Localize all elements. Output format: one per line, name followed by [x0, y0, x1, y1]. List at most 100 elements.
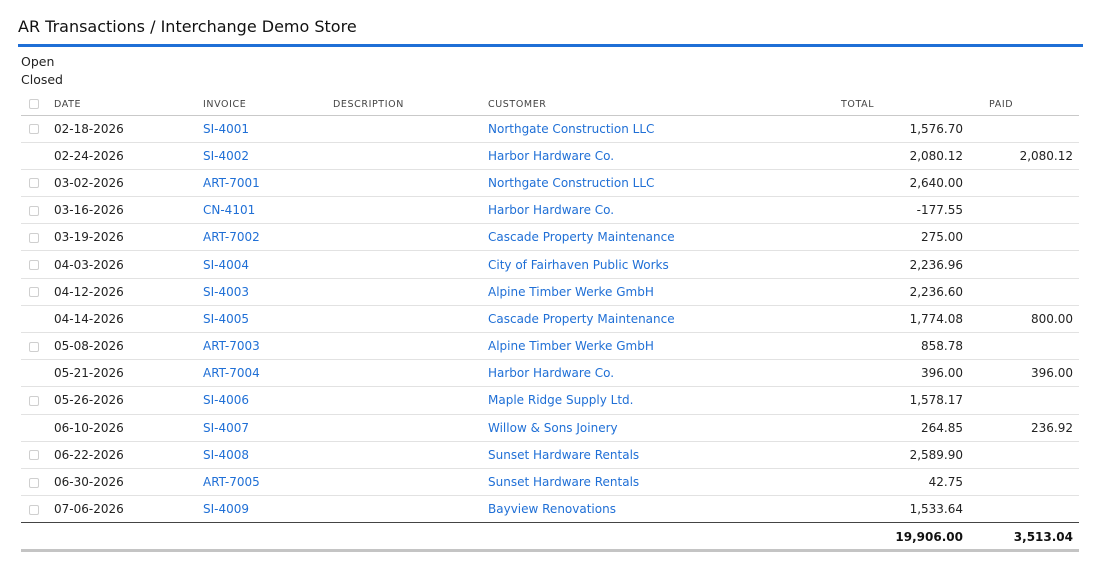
row-description: [333, 495, 488, 524]
column-header-description[interactable]: DESCRIPTION: [333, 94, 488, 116]
column-header-paid[interactable]: PAID: [969, 94, 1079, 116]
table-row[interactable]: 04-03-2026 SI-4004 City of Fairhaven Publi…: [21, 250, 1079, 279]
customer-link[interactable]: Northgate Construction LLC: [488, 122, 654, 136]
table-row[interactable]: 02-18-2026 SI-4001 Northgate Construction …: [21, 115, 1079, 143]
row-checkbox[interactable]: [29, 260, 39, 271]
row-checkbox[interactable]: [29, 232, 39, 243]
row-paid: [969, 278, 1079, 306]
row-date: 05-21-2026: [54, 359, 203, 388]
customer-link[interactable]: Harbor Hardware Co.: [488, 149, 614, 163]
row-checkbox[interactable]: [29, 477, 39, 488]
row-paid: [969, 169, 1079, 198]
invoice-link[interactable]: SI-4004: [203, 258, 249, 272]
row-customer-cell: Bayview Renovations: [488, 495, 841, 524]
table-row[interactable]: 02-24-2026 SI-4002 Harbor Hardware Co. 2,08…: [21, 142, 1079, 170]
row-select-cell: [21, 278, 54, 306]
invoice-link[interactable]: SI-4006: [203, 393, 249, 407]
row-date: 06-30-2026: [54, 468, 203, 497]
table-row[interactable]: 04-12-2026 SI-4003 Alpine Timber Werke Gmb…: [21, 278, 1079, 306]
filter-closed[interactable]: Closed: [21, 72, 63, 90]
row-checkbox[interactable]: [29, 504, 39, 515]
table-row[interactable]: 05-21-2026 ART-7004 Harbor Hardware Co. 396…: [21, 359, 1079, 388]
invoice-link[interactable]: SI-4003: [203, 285, 249, 299]
row-select-cell: [21, 359, 54, 388]
grand-total: 19,906.00: [895, 530, 963, 545]
customer-link[interactable]: Sunset Hardware Rentals: [488, 475, 639, 489]
row-description: [333, 169, 488, 198]
table-row[interactable]: 06-22-2026 SI-4008 Sunset Hardware Rentals…: [21, 441, 1079, 469]
paid-total: 3,513.04: [1013, 530, 1073, 545]
row-select-cell: [21, 441, 54, 469]
page-title: AR Transactions / Interchange Demo Store: [18, 17, 357, 36]
row-total: 2,080.12: [841, 142, 969, 170]
invoice-link[interactable]: CN-4101: [203, 203, 255, 217]
invoice-link[interactable]: SI-4001: [203, 122, 249, 136]
row-checkbox[interactable]: [29, 450, 39, 461]
row-invoice-cell: ART-7004: [203, 359, 333, 388]
column-header-invoice[interactable]: INVOICE: [203, 94, 333, 116]
row-total: 1,578.17: [841, 386, 969, 415]
table-row[interactable]: 03-02-2026 ART-7001 Northgate Construction…: [21, 169, 1079, 198]
row-total: 264.85: [841, 414, 969, 442]
row-invoice-cell: ART-7002: [203, 223, 333, 252]
row-paid: [969, 468, 1079, 497]
invoice-link[interactable]: SI-4009: [203, 502, 249, 516]
column-header-customer[interactable]: CUSTOMER: [488, 94, 841, 116]
invoice-link[interactable]: SI-4008: [203, 448, 249, 462]
row-customer-cell: City of Fairhaven Public Works: [488, 250, 841, 279]
column-header-total[interactable]: TOTAL: [841, 94, 969, 116]
customer-link[interactable]: Harbor Hardware Co.: [488, 203, 614, 217]
invoice-link[interactable]: ART-7002: [203, 230, 260, 244]
row-customer-cell: Northgate Construction LLC: [488, 115, 841, 143]
row-select-cell: [21, 142, 54, 170]
row-date: 06-10-2026: [54, 414, 203, 442]
customer-link[interactable]: Alpine Timber Werke GmbH: [488, 339, 654, 353]
table-row[interactable]: 06-30-2026 ART-7005 Sunset Hardware Rental…: [21, 468, 1079, 497]
table-row[interactable]: 06-10-2026 SI-4007 Willow & Sons Joinery 26…: [21, 414, 1079, 442]
row-select-cell: [21, 305, 54, 334]
customer-link[interactable]: Northgate Construction LLC: [488, 176, 654, 190]
table-row[interactable]: 03-16-2026 CN-4101 Harbor Hardware Co. -177…: [21, 196, 1079, 225]
select-all-checkbox[interactable]: [29, 99, 39, 110]
customer-link[interactable]: Cascade Property Maintenance: [488, 230, 675, 244]
row-checkbox[interactable]: [29, 341, 39, 352]
invoice-link[interactable]: SI-4002: [203, 149, 249, 163]
row-checkbox[interactable]: [29, 124, 39, 135]
invoice-link[interactable]: ART-7001: [203, 176, 260, 190]
filter-open[interactable]: Open: [21, 54, 63, 72]
customer-link[interactable]: Harbor Hardware Co.: [488, 366, 614, 380]
customer-link[interactable]: Cascade Property Maintenance: [488, 312, 675, 326]
row-description: [333, 250, 488, 279]
row-description: [333, 386, 488, 415]
invoice-link[interactable]: ART-7005: [203, 475, 260, 489]
table-row[interactable]: 05-26-2026 SI-4006 Maple Ridge Supply Ltd.…: [21, 386, 1079, 415]
row-paid: [969, 386, 1079, 415]
table-row[interactable]: 03-19-2026 ART-7002 Cascade Property Maint…: [21, 223, 1079, 252]
table-row[interactable]: 05-08-2026 ART-7003 Alpine Timber Werke Gm…: [21, 332, 1079, 361]
row-select-cell: [21, 196, 54, 225]
invoice-link[interactable]: ART-7003: [203, 339, 260, 353]
row-description: [333, 441, 488, 469]
row-total: 1,533.64: [841, 495, 969, 524]
row-customer-cell: Maple Ridge Supply Ltd.: [488, 386, 841, 415]
row-checkbox[interactable]: [29, 287, 39, 298]
customer-link[interactable]: Maple Ridge Supply Ltd.: [488, 393, 634, 407]
column-header-date[interactable]: DATE: [54, 94, 203, 116]
row-checkbox[interactable]: [29, 178, 39, 189]
table-bottom-rule: [21, 549, 1079, 552]
row-customer-cell: Cascade Property Maintenance: [488, 223, 841, 252]
row-date: 04-12-2026: [54, 278, 203, 306]
customer-link[interactable]: Sunset Hardware Rentals: [488, 448, 639, 462]
table-row[interactable]: 04-14-2026 SI-4005 Cascade Property Mainte…: [21, 305, 1079, 334]
row-invoice-cell: ART-7003: [203, 332, 333, 361]
row-checkbox[interactable]: [29, 395, 39, 406]
table-row[interactable]: 07-06-2026 SI-4009 Bayview Renovations 1,53…: [21, 495, 1079, 524]
row-checkbox[interactable]: [29, 205, 39, 216]
invoice-link[interactable]: SI-4005: [203, 312, 249, 326]
customer-link[interactable]: Willow & Sons Joinery: [488, 421, 618, 435]
customer-link[interactable]: Alpine Timber Werke GmbH: [488, 285, 654, 299]
invoice-link[interactable]: ART-7004: [203, 366, 260, 380]
invoice-link[interactable]: SI-4007: [203, 421, 249, 435]
customer-link[interactable]: City of Fairhaven Public Works: [488, 258, 669, 272]
customer-link[interactable]: Bayview Renovations: [488, 502, 616, 516]
